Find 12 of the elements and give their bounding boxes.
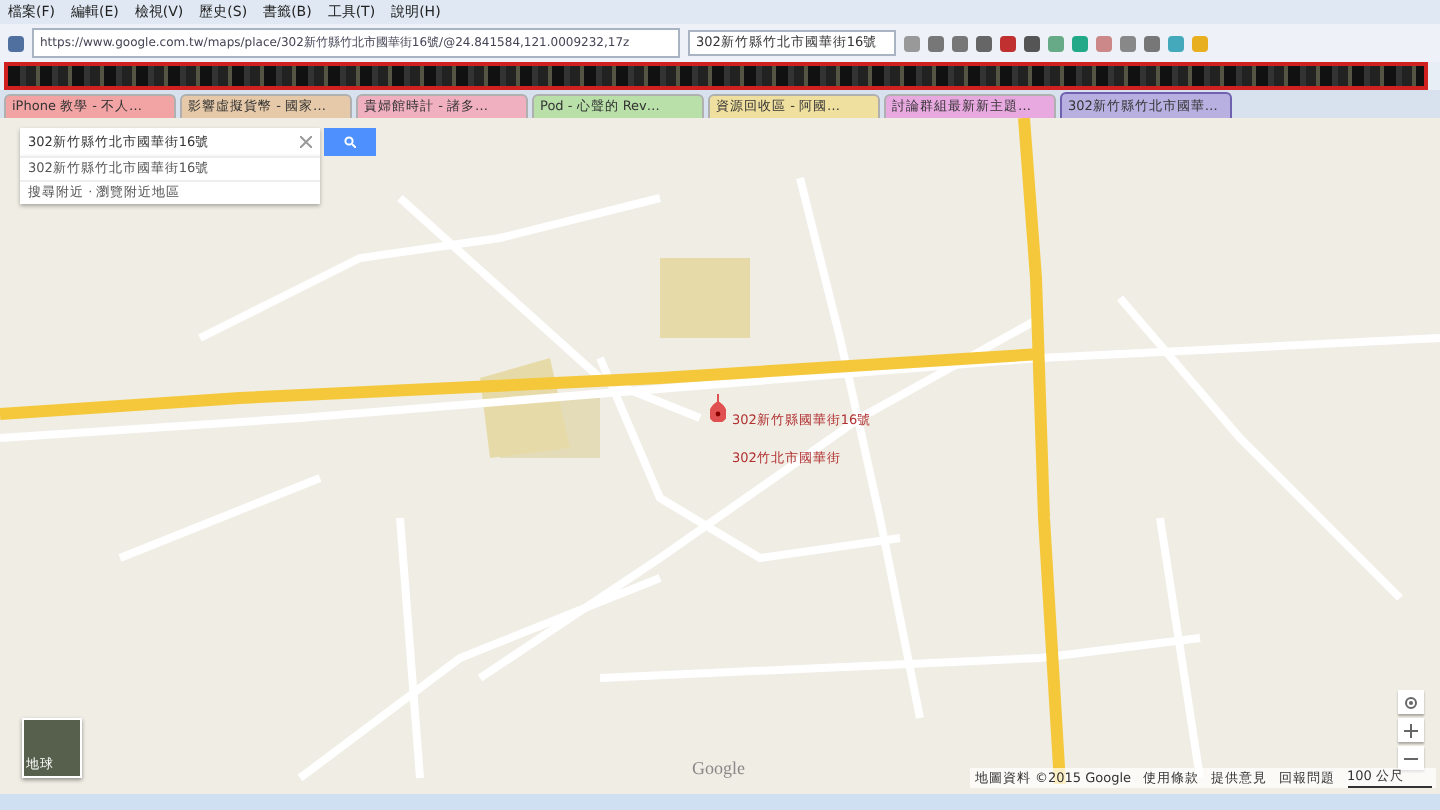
- park-area: [660, 258, 750, 338]
- locate-button[interactable]: [1398, 690, 1424, 714]
- plus-icon: [1404, 723, 1418, 737]
- zoom-in-button[interactable]: [1398, 718, 1424, 742]
- search-button[interactable]: [324, 128, 376, 156]
- zoom-out-button[interactable]: [1398, 746, 1424, 770]
- target-icon: [1404, 695, 1418, 709]
- map-pin-icon: [710, 394, 726, 422]
- map-logo: Google: [692, 758, 745, 778]
- park-area: [480, 358, 600, 458]
- search-icon: [344, 136, 356, 148]
- close-icon[interactable]: [300, 136, 312, 148]
